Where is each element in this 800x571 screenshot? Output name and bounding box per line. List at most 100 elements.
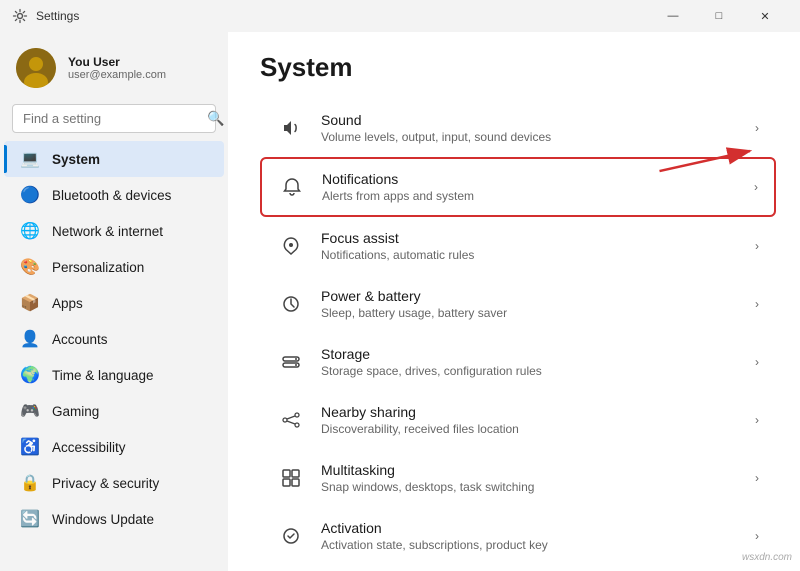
sidebar-item-apps[interactable]: 📦 Apps — [4, 285, 224, 321]
nav-label-accessibility: Accessibility — [52, 440, 126, 455]
setting-arrow-notifications: › — [754, 180, 758, 194]
setting-title-multitasking: Multitasking — [321, 462, 739, 478]
sidebar-item-accessibility[interactable]: ♿ Accessibility — [4, 429, 224, 465]
setting-text-multitasking: Multitasking Snap windows, desktops, tas… — [321, 462, 739, 494]
nav-label-apps: Apps — [52, 296, 83, 311]
nav-label-gaming: Gaming — [52, 404, 99, 419]
setting-text-storage: Storage Storage space, drives, configura… — [321, 346, 739, 378]
nav-icon-privacy: 🔒 — [20, 473, 40, 493]
sidebar-item-personalization[interactable]: 🎨 Personalization — [4, 249, 224, 285]
sidebar-item-accounts[interactable]: 👤 Accounts — [4, 321, 224, 357]
nav-icon-system: 💻 — [20, 149, 40, 169]
setting-title-focus-assist: Focus assist — [321, 230, 739, 246]
search-box[interactable]: 🔍 — [12, 104, 216, 133]
page-title: System — [260, 52, 776, 83]
setting-icon-power-battery — [277, 290, 305, 318]
nav-icon-update: 🔄 — [20, 509, 40, 529]
setting-icon-sound — [277, 114, 305, 142]
setting-title-notifications: Notifications — [322, 171, 738, 187]
setting-desc-nearby-sharing: Discoverability, received files location — [321, 422, 739, 436]
sidebar-item-update[interactable]: 🔄 Windows Update — [4, 501, 224, 537]
setting-item-sound[interactable]: Sound Volume levels, output, input, soun… — [260, 99, 776, 157]
search-input[interactable] — [23, 111, 199, 126]
setting-icon-focus-assist — [277, 232, 305, 260]
nav-icon-accessibility: ♿ — [20, 437, 40, 457]
user-info: You User user@example.com — [68, 55, 166, 81]
setting-icon-notifications — [278, 173, 306, 201]
sidebar-item-system[interactable]: 💻 System — [4, 141, 224, 177]
setting-item-power-battery[interactable]: Power & battery Sleep, battery usage, ba… — [260, 275, 776, 333]
setting-item-activation[interactable]: Activation Activation state, subscriptio… — [260, 507, 776, 565]
setting-item-focus-assist[interactable]: Focus assist Notifications, automatic ru… — [260, 217, 776, 275]
setting-desc-activation: Activation state, subscriptions, product… — [321, 538, 739, 552]
setting-item-multitasking[interactable]: Multitasking Snap windows, desktops, tas… — [260, 449, 776, 507]
minimize-button[interactable]: — — [650, 0, 696, 32]
nav-icon-personalization: 🎨 — [20, 257, 40, 277]
setting-arrow-storage: › — [755, 355, 759, 369]
nav-icon-accounts: 👤 — [20, 329, 40, 349]
nav-label-accounts: Accounts — [52, 332, 108, 347]
watermark: wsxdn.com — [742, 552, 792, 563]
setting-item-nearby-sharing[interactable]: Nearby sharing Discoverability, received… — [260, 391, 776, 449]
sidebar-item-gaming[interactable]: 🎮 Gaming — [4, 393, 224, 429]
sidebar-item-bluetooth[interactable]: 🔵 Bluetooth & devices — [4, 177, 224, 213]
setting-desc-multitasking: Snap windows, desktops, task switching — [321, 480, 739, 494]
content-area: System Sound Volume levels, output, inpu… — [228, 32, 800, 571]
app-title: Settings — [36, 9, 79, 23]
nav-label-network: Network & internet — [52, 224, 163, 239]
setting-arrow-power-battery: › — [755, 297, 759, 311]
nav-items: 💻 System 🔵 Bluetooth & devices 🌐 Network… — [0, 141, 228, 537]
sidebar-item-privacy[interactable]: 🔒 Privacy & security — [4, 465, 224, 501]
setting-icon-multitasking — [277, 464, 305, 492]
setting-desc-notifications: Alerts from apps and system — [322, 189, 738, 203]
settings-app-icon — [12, 8, 28, 24]
nav-icon-time: 🌍 — [20, 365, 40, 385]
setting-desc-sound: Volume levels, output, input, sound devi… — [321, 130, 739, 144]
app-container: You User user@example.com 🔍 💻 System 🔵 B… — [0, 32, 800, 571]
titlebar: Settings — □ ✕ — [0, 0, 800, 32]
setting-arrow-activation: › — [755, 529, 759, 543]
setting-title-sound: Sound — [321, 112, 739, 128]
settings-list: Sound Volume levels, output, input, soun… — [260, 99, 776, 571]
user-email: user@example.com — [68, 69, 166, 81]
setting-desc-storage: Storage space, drives, configuration rul… — [321, 364, 739, 378]
sidebar-item-network[interactable]: 🌐 Network & internet — [4, 213, 224, 249]
setting-text-sound: Sound Volume levels, output, input, soun… — [321, 112, 739, 144]
setting-item-notifications[interactable]: Notifications Alerts from apps and syste… — [260, 157, 776, 217]
setting-arrow-multitasking: › — [755, 471, 759, 485]
setting-title-power-battery: Power & battery — [321, 288, 739, 304]
nav-label-time: Time & language — [52, 368, 154, 383]
nav-label-bluetooth: Bluetooth & devices — [52, 188, 171, 203]
setting-title-activation: Activation — [321, 520, 739, 536]
setting-icon-activation — [277, 522, 305, 550]
setting-text-power-battery: Power & battery Sleep, battery usage, ba… — [321, 288, 739, 320]
nav-icon-network: 🌐 — [20, 221, 40, 241]
sidebar-item-time[interactable]: 🌍 Time & language — [4, 357, 224, 393]
setting-title-storage: Storage — [321, 346, 739, 362]
setting-text-notifications: Notifications Alerts from apps and syste… — [322, 171, 738, 203]
nav-label-update: Windows Update — [52, 512, 154, 527]
setting-icon-nearby-sharing — [277, 406, 305, 434]
nav-icon-gaming: 🎮 — [20, 401, 40, 421]
setting-arrow-focus-assist: › — [755, 239, 759, 253]
maximize-button[interactable]: □ — [696, 0, 742, 32]
nav-label-privacy: Privacy & security — [52, 476, 159, 491]
setting-text-activation: Activation Activation state, subscriptio… — [321, 520, 739, 552]
setting-item-troubleshoot[interactable]: Troubleshoot Recommended troubleshooters… — [260, 565, 776, 571]
titlebar-left: Settings — [12, 8, 79, 24]
setting-icon-storage — [277, 348, 305, 376]
close-button[interactable]: ✕ — [742, 0, 788, 32]
setting-desc-power-battery: Sleep, battery usage, battery saver — [321, 306, 739, 320]
setting-arrow-sound: › — [755, 121, 759, 135]
setting-text-nearby-sharing: Nearby sharing Discoverability, received… — [321, 404, 739, 436]
user-profile[interactable]: You User user@example.com — [0, 40, 228, 104]
nav-icon-bluetooth: 🔵 — [20, 185, 40, 205]
avatar — [16, 48, 56, 88]
setting-text-focus-assist: Focus assist Notifications, automatic ru… — [321, 230, 739, 262]
nav-icon-apps: 📦 — [20, 293, 40, 313]
setting-arrow-nearby-sharing: › — [755, 413, 759, 427]
sidebar: You User user@example.com 🔍 💻 System 🔵 B… — [0, 32, 228, 571]
user-name: You User — [68, 55, 166, 69]
setting-title-nearby-sharing: Nearby sharing — [321, 404, 739, 420]
setting-item-storage[interactable]: Storage Storage space, drives, configura… — [260, 333, 776, 391]
